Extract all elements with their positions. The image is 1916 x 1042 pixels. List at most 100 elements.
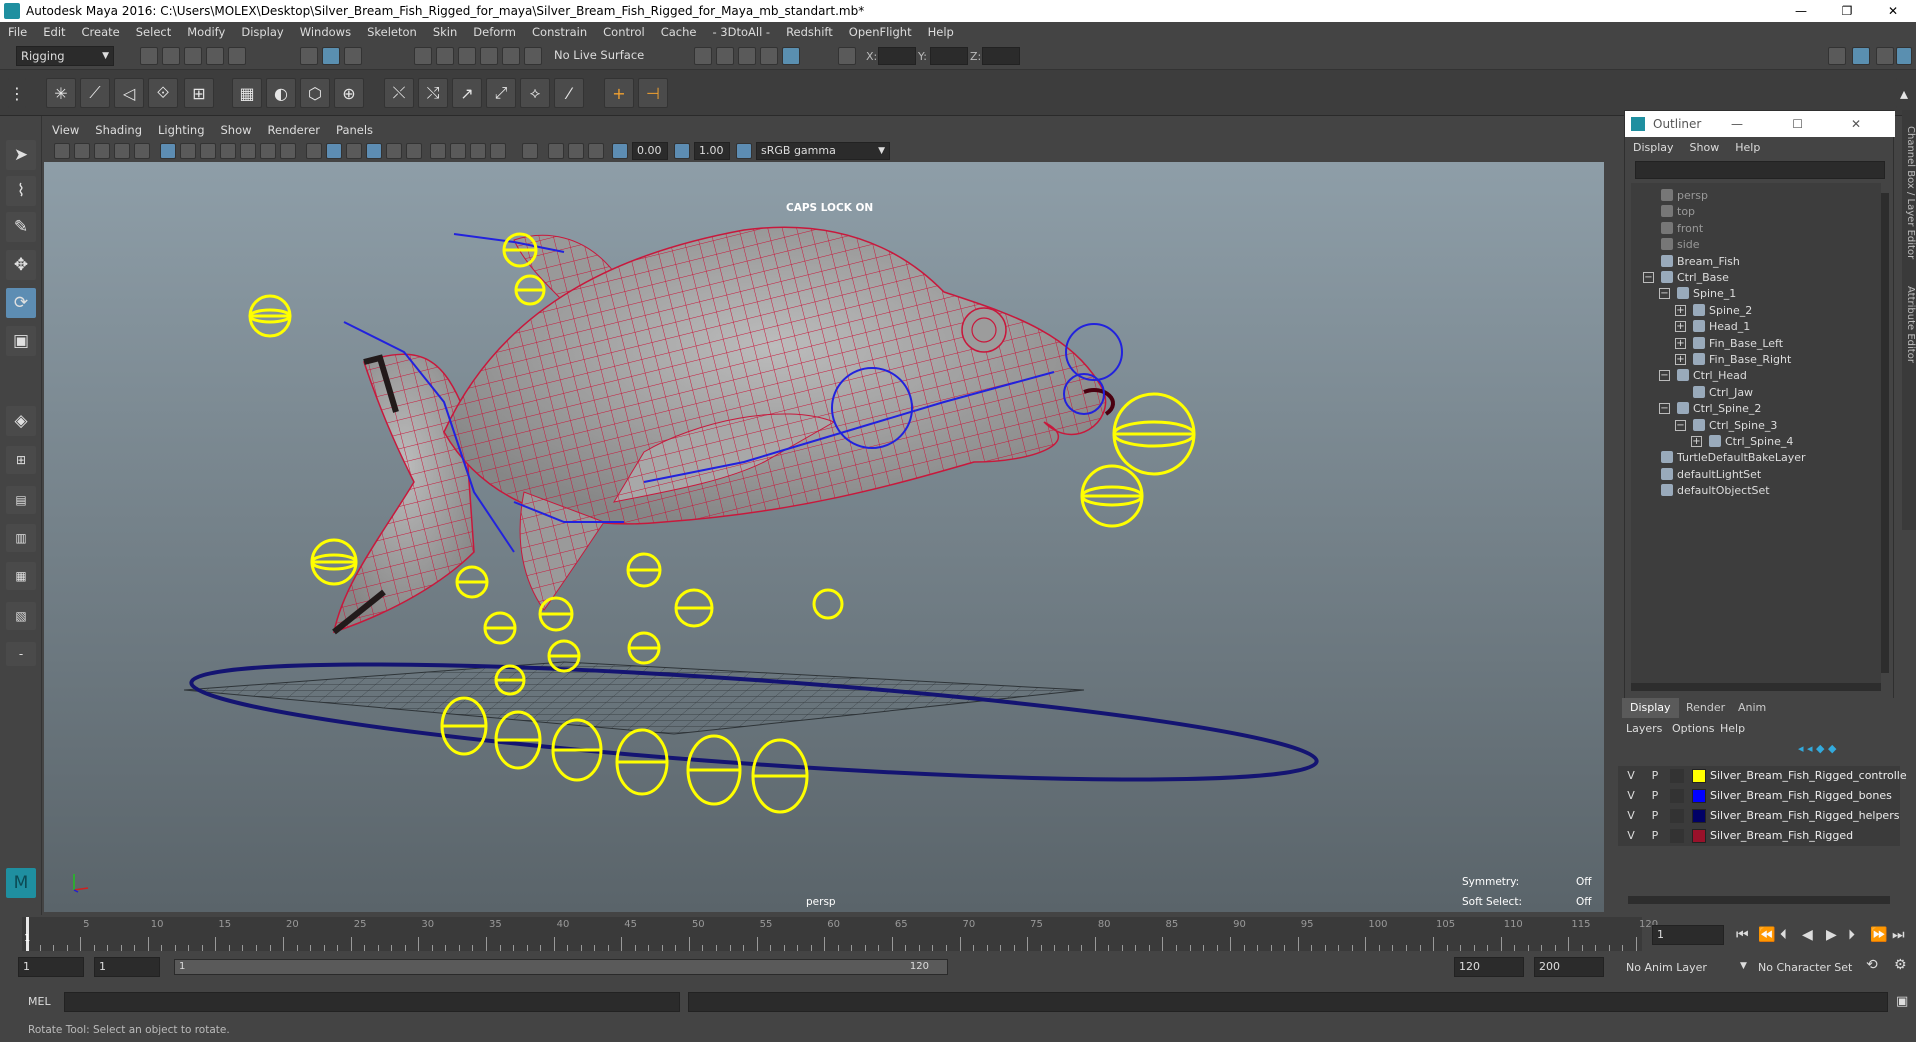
layer-tab-render[interactable]: Render — [1678, 698, 1733, 718]
node-layout-icon[interactable]: ▧ — [6, 602, 36, 630]
menu-modify[interactable]: Modify — [179, 25, 233, 39]
tree-expander[interactable]: + — [1675, 321, 1686, 333]
select-tool-icon[interactable]: ➤ — [6, 140, 36, 170]
magnet-icon[interactable] — [524, 47, 542, 65]
exposure-icon[interactable] — [612, 143, 628, 159]
grease-pencil-icon[interactable] — [134, 143, 150, 159]
layer-menu-help[interactable]: Help — [1720, 722, 1745, 735]
tree-expander[interactable]: − — [1659, 288, 1670, 300]
move-tool-icon[interactable]: ✥ — [6, 250, 36, 280]
ambient-occlusion-icon[interactable] — [470, 143, 486, 159]
menu-create[interactable]: Create — [74, 25, 128, 39]
step-forward-frame-icon[interactable]: ⏵ — [1848, 927, 1855, 943]
wireframe-on-shaded-icon[interactable] — [366, 143, 382, 159]
animation-start-field[interactable]: 1 — [18, 957, 84, 977]
menu-skeleton[interactable]: Skeleton — [359, 25, 425, 39]
pole-vector-icon[interactable]: ⁄ — [554, 78, 584, 108]
lattice-icon[interactable]: ⬡ — [300, 78, 330, 108]
snap-grid-icon[interactable] — [414, 47, 432, 65]
layer-visibility-toggle[interactable]: V — [1624, 826, 1638, 846]
step-back-key-icon[interactable]: ⏪ — [1758, 927, 1775, 943]
resolution-gate-icon[interactable] — [200, 143, 216, 159]
paint-select-icon[interactable]: ✎ — [6, 212, 36, 242]
shelf-settings-icon[interactable]: ⋮ — [8, 78, 26, 108]
hud-icon[interactable] — [568, 143, 584, 159]
live-surface-field[interactable]: No Live Surface — [550, 46, 646, 66]
outliner-item[interactable]: Ctrl_Spine_3 — [1693, 417, 1777, 435]
layer-hscrollbar[interactable] — [1628, 896, 1890, 904]
rotate-tool-icon[interactable]: ⟳ — [6, 288, 36, 318]
menu-constrain[interactable]: Constrain — [524, 25, 595, 39]
layer-action-icons[interactable]: ◂ ◂ ◆ ◆ — [1798, 742, 1888, 756]
outliner-menu-help[interactable]: Help — [1727, 141, 1768, 154]
layer-visibility-toggle[interactable]: V — [1624, 806, 1638, 826]
ik-fk-icon[interactable]: ⊣ — [638, 78, 668, 108]
layer-row[interactable]: V P Silver_Bream_Fish_Rigged_controlle — [1618, 766, 1907, 786]
outliner-item[interactable]: defaultObjectSet — [1661, 482, 1770, 500]
play-forwards-icon[interactable]: ▶ — [1826, 927, 1837, 943]
close-button[interactable]: ✕ — [1870, 0, 1916, 22]
layer-color-swatch[interactable] — [1692, 809, 1706, 823]
play-backwards-icon[interactable]: ◀ — [1802, 927, 1813, 943]
panel-menu-view[interactable]: View — [44, 123, 87, 137]
menu-skin[interactable]: Skin — [425, 25, 465, 39]
outliner-item[interactable]: side — [1661, 236, 1700, 254]
channel-box-tab[interactable]: Channel Box / Layer Editor — [1902, 126, 1916, 259]
attribute-editor-toggle-icon[interactable] — [1852, 47, 1870, 65]
panel-menu-show[interactable]: Show — [213, 123, 260, 137]
tool-settings-toggle-icon[interactable] — [1876, 47, 1894, 65]
outliner-menu-display[interactable]: Display — [1625, 141, 1682, 154]
point-constraint-icon[interactable]: ⤬ — [384, 78, 414, 108]
antialias-icon[interactable] — [490, 143, 506, 159]
gate-mask-icon[interactable] — [220, 143, 236, 159]
layer-visibility-toggle[interactable]: V — [1624, 786, 1638, 806]
menu-edit[interactable]: Edit — [35, 25, 73, 39]
menu-file[interactable]: File — [0, 25, 35, 39]
custom-layout-icon[interactable]: - — [6, 642, 36, 666]
layer-reference-toggle[interactable] — [1670, 769, 1684, 783]
wireframe-icon[interactable] — [306, 143, 322, 159]
undo-icon[interactable] — [206, 47, 224, 65]
layer-reference-toggle[interactable] — [1670, 829, 1684, 843]
outliner-item[interactable]: Head_1 — [1693, 318, 1750, 336]
layer-color-swatch[interactable] — [1692, 789, 1706, 803]
minimize-button[interactable]: — — [1778, 0, 1824, 22]
panel-menu-renderer[interactable]: Renderer — [260, 123, 329, 137]
menu-select[interactable]: Select — [128, 25, 179, 39]
outliner-item[interactable]: Spine_2 — [1693, 302, 1752, 320]
layer-reference-toggle[interactable] — [1670, 789, 1684, 803]
exposure-field[interactable]: 0.00 — [632, 142, 668, 160]
ik-handle-icon[interactable]: ⟋ — [80, 78, 110, 108]
outliner-item[interactable]: persp — [1661, 187, 1708, 205]
outliner-item[interactable]: Fin_Base_Right — [1693, 351, 1791, 369]
select-hierarchy-icon[interactable] — [300, 47, 318, 65]
tree-expander[interactable]: + — [1675, 354, 1686, 365]
lasso-tool-icon[interactable]: ⌇ — [6, 176, 36, 206]
channel-box-toggle-icon[interactable] — [1896, 47, 1912, 65]
menu-control[interactable]: Control — [595, 25, 653, 39]
timeline-ruler[interactable]: 5 10 15 20 25 30 35 40 45 50 55 60 65 70 75 80 85 90 95 100… — [22, 917, 1658, 951]
camera-attributes-icon[interactable] — [74, 143, 90, 159]
playback-end-field[interactable]: 120 — [1454, 957, 1524, 977]
viewport-persp[interactable]: CAPS LOCK ON persp Symmetry: Off Soft Se… — [44, 162, 1604, 912]
x-field[interactable] — [878, 47, 916, 65]
image-plane-icon[interactable] — [114, 143, 130, 159]
menu-help[interactable]: Help — [920, 25, 962, 39]
step-back-frame-icon[interactable]: ⏴ — [1780, 927, 1787, 943]
animation-end-field[interactable]: 200 — [1534, 957, 1604, 977]
current-frame-field[interactable]: 1 — [1652, 925, 1724, 945]
menu-display[interactable]: Display — [233, 25, 291, 39]
tree-expander[interactable]: + — [1691, 436, 1702, 447]
animation-preferences-icon[interactable]: ⚙ — [1894, 957, 1907, 973]
menuset-dropdown[interactable]: Rigging ▼ — [16, 46, 114, 66]
step-forward-key-icon[interactable]: ⏩ — [1870, 927, 1887, 943]
command-language-label[interactable]: MEL — [28, 995, 51, 1008]
layer-color-swatch[interactable] — [1692, 829, 1706, 843]
parent-constraint-icon[interactable]: ⟡ — [520, 78, 550, 108]
menu-windows[interactable]: Windows — [292, 25, 359, 39]
outliner-titlebar[interactable]: Outliner — ☐ ✕ — [1625, 111, 1895, 137]
shelf-scroll-icon[interactable]: ▴ — [1896, 78, 1912, 108]
xray-icon[interactable] — [386, 143, 402, 159]
modeling-toolkit-icon[interactable] — [1828, 47, 1846, 65]
outliner-search-input[interactable] — [1635, 161, 1885, 179]
